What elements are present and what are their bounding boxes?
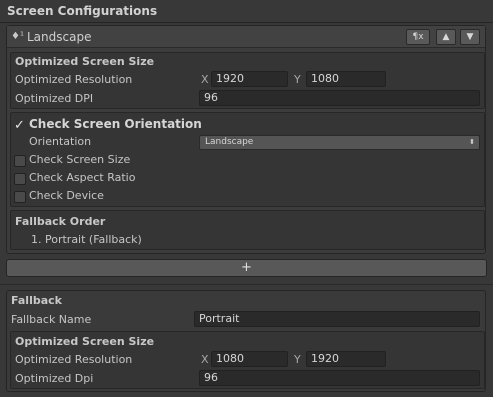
fallback-resolution-y-field[interactable]: 1920 xyxy=(306,351,386,367)
resolution-x-field[interactable]: 1920 xyxy=(211,71,288,87)
check-orientation-checkbox[interactable]: ✓ xyxy=(14,118,26,133)
resolution-y-label: Y xyxy=(294,73,301,86)
optimized-dpi-field[interactable]: 96 xyxy=(199,90,480,106)
move-down-button[interactable]: ▼ xyxy=(460,29,480,45)
fallback-resolution-y-label: Y xyxy=(294,353,301,366)
header-divider xyxy=(0,22,493,23)
fallback-name-label: Fallback Name xyxy=(11,313,92,326)
dropdown-arrow-icon: ⬍ xyxy=(469,138,475,146)
check-screen-size-checkbox[interactable] xyxy=(14,155,26,167)
config-name-label: Landscape xyxy=(27,30,92,44)
fallback-dpi-label: Optimized Dpi xyxy=(15,372,94,385)
fallback-resolution-label: Optimized Resolution xyxy=(15,353,133,366)
optimized-size-heading: Optimized Screen Size xyxy=(15,55,155,68)
orientation-label: Orientation xyxy=(29,135,92,148)
context-menu-button[interactable]: ¶x xyxy=(406,29,430,45)
orientation-value: Landscape xyxy=(205,137,254,147)
checkmark-icon: ✓ xyxy=(14,118,25,133)
fallback-optimized-heading: Optimized Screen Size xyxy=(15,335,155,348)
check-device-checkbox[interactable] xyxy=(14,191,26,203)
orientation-dropdown[interactable]: Landscape ⬍ xyxy=(199,135,480,150)
check-aspect-ratio-checkbox[interactable] xyxy=(14,173,26,185)
fallback-heading: Fallback xyxy=(11,294,62,307)
section-divider xyxy=(0,284,493,285)
fallback-order-heading: Fallback Order xyxy=(15,215,106,228)
check-orientation-label: Check Screen Orientation xyxy=(29,117,202,131)
check-aspect-ratio-label: Check Aspect Ratio xyxy=(29,171,136,184)
move-up-button[interactable]: ▲ xyxy=(436,29,456,45)
check-device-label: Check Device xyxy=(29,189,104,202)
fallback-resolution-x-field[interactable]: 1080 xyxy=(211,351,288,367)
fallback-order-item[interactable]: 1. Portrait (Fallback) xyxy=(31,233,142,246)
panel-title: Screen Configurations xyxy=(7,4,158,18)
resolution-y-field[interactable]: 1080 xyxy=(306,71,386,87)
add-configuration-button[interactable]: + xyxy=(6,259,487,277)
fallback-dpi-field[interactable]: 96 xyxy=(199,370,480,386)
resolution-x-label: X xyxy=(201,73,209,86)
fallback-name-field[interactable]: Portrait xyxy=(194,311,480,327)
optimized-resolution-label: Optimized Resolution xyxy=(15,73,133,86)
fallback-resolution-x-label: X xyxy=(201,353,209,366)
optimized-dpi-label: Optimized DPI xyxy=(15,92,94,105)
drag-handle-icon[interactable]: ♦¹ xyxy=(11,31,24,42)
check-screen-size-label: Check Screen Size xyxy=(29,153,131,166)
